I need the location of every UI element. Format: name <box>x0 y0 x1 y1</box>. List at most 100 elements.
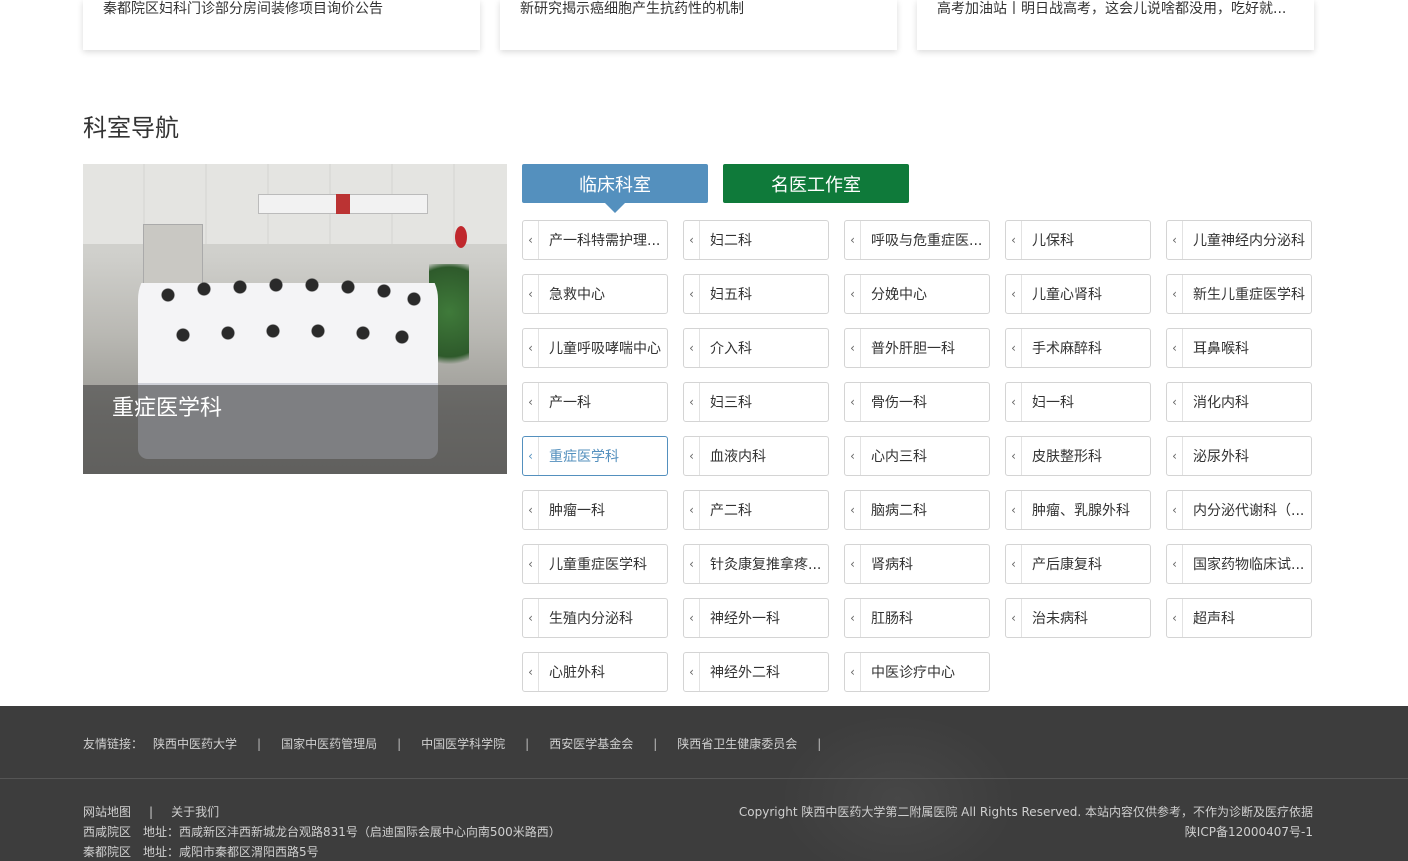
department-item[interactable]: ‹ 肿瘤一科 <box>522 490 668 530</box>
chevron-left-icon: ‹ <box>523 383 539 421</box>
friendly-link[interactable]: 中国医学科学院 <box>421 735 505 752</box>
chevron-left-icon: ‹ <box>523 491 539 529</box>
chevron-left-icon: ‹ <box>1006 545 1022 583</box>
friendly-link[interactable]: 陕西省卫生健康委员会 <box>677 735 797 752</box>
department-item[interactable]: ‹ 介入科 <box>683 328 829 368</box>
department-item[interactable]: ‹ 心内三科 <box>844 436 990 476</box>
department-item[interactable]: ‹ 皮肤整形科 <box>1005 436 1151 476</box>
department-item[interactable]: ‹ 儿童呼吸哮喘中心 <box>522 328 668 368</box>
department-item[interactable]: ‹ 新生儿重症医学科 <box>1166 274 1312 314</box>
department-item[interactable]: ‹ 妇二科 <box>683 220 829 260</box>
address-qindu: 秦都院区 地址：咸阳市秦都区渭阳西路5号 <box>83 845 319 859</box>
department-item[interactable]: ‹ 国家药物临床试... <box>1166 544 1312 584</box>
news-card[interactable]: 高考加油站丨明日战高考，这会儿说啥都没用，吃好就... <box>917 0 1314 50</box>
department-name: 产后康复科 <box>1032 557 1102 573</box>
department-item[interactable]: ‹ 泌尿外科 <box>1166 436 1312 476</box>
department-name: 血液内科 <box>710 449 766 465</box>
about-link[interactable]: 关于我们 <box>171 805 219 819</box>
department-item[interactable]: ‹ 血液内科 <box>683 436 829 476</box>
department-item[interactable]: ‹ 手术麻醉科 <box>1005 328 1151 368</box>
friendly-link[interactable]: 国家中医药管理局 <box>281 735 377 752</box>
department-item[interactable]: ‹ 耳鼻喉科 <box>1166 328 1312 368</box>
department-name: 中医诊疗中心 <box>871 665 955 681</box>
department-item[interactable]: ‹ 脑病二科 <box>844 490 990 530</box>
sitemap-link[interactable]: 网站地图 <box>83 805 131 819</box>
chevron-left-icon: ‹ <box>684 437 700 475</box>
chevron-left-icon: ‹ <box>684 221 700 259</box>
department-item[interactable]: ‹ 肿瘤、乳腺外科 <box>1005 490 1151 530</box>
chevron-left-icon: ‹ <box>845 545 861 583</box>
department-name: 肿瘤、乳腺外科 <box>1032 503 1130 519</box>
department-item[interactable]: ‹ 内分泌代谢科（... <box>1166 490 1312 530</box>
department-item[interactable]: ‹ 肾病科 <box>844 544 990 584</box>
department-item[interactable]: ‹ 产二科 <box>683 490 829 530</box>
department-item[interactable]: ‹ 产一科 <box>522 382 668 422</box>
chevron-left-icon: ‹ <box>1167 275 1183 313</box>
chevron-left-icon: ‹ <box>523 275 539 313</box>
department-item[interactable]: ‹ 心脏外科 <box>522 652 668 692</box>
chevron-left-icon: ‹ <box>1167 545 1183 583</box>
department-name: 内分泌代谢科（... <box>1193 503 1305 519</box>
department-item[interactable]: ‹ 生殖内分泌科 <box>522 598 668 638</box>
chevron-left-icon: ‹ <box>1006 383 1022 421</box>
department-item[interactable]: ‹ 儿保科 <box>1005 220 1151 260</box>
department-item[interactable]: ‹ 儿童重症医学科 <box>522 544 668 584</box>
department-item[interactable]: ‹ 产后康复科 <box>1005 544 1151 584</box>
department-name: 重症医学科 <box>549 449 619 465</box>
department-name: 脑病二科 <box>871 503 927 519</box>
department-item[interactable]: ‹ 针灸康复推拿疼... <box>683 544 829 584</box>
chevron-left-icon: ‹ <box>845 221 861 259</box>
department-item[interactable]: ‹ 骨伤一科 <box>844 382 990 422</box>
icp-number[interactable]: 陕ICP备12000407号-1 <box>739 822 1313 842</box>
department-item[interactable]: ‹ 儿童心肾科 <box>1005 274 1151 314</box>
chevron-left-icon: ‹ <box>1167 383 1183 421</box>
link-separator: | <box>817 736 822 751</box>
department-feature-photo[interactable]: 重症医学科 <box>83 164 507 474</box>
friendly-link[interactable]: 西安医学基金会 <box>549 735 633 752</box>
department-item[interactable]: ‹ 妇五科 <box>683 274 829 314</box>
chevron-left-icon: ‹ <box>684 329 700 367</box>
department-item[interactable]: ‹ 妇一科 <box>1005 382 1151 422</box>
department-name: 国家药物临床试... <box>1193 557 1305 573</box>
link-separator: | <box>525 736 530 751</box>
news-title[interactable]: 新研究揭示癌细胞产生抗药性的机制 <box>520 0 877 18</box>
active-tab-indicator <box>605 203 625 213</box>
department-item[interactable]: ‹ 治未病科 <box>1005 598 1151 638</box>
chevron-left-icon: ‹ <box>1167 329 1183 367</box>
department-item[interactable]: ‹ 中医诊疗中心 <box>844 652 990 692</box>
department-item[interactable]: ‹ 分娩中心 <box>844 274 990 314</box>
department-item[interactable]: ‹ 普外肝胆一科 <box>844 328 990 368</box>
department-item[interactable]: ‹ 产一科特需护理... <box>522 220 668 260</box>
chevron-left-icon: ‹ <box>1167 437 1183 475</box>
copyright-text: Copyright 陕西中医药大学第二附属医院 All Rights Reser… <box>738 805 1313 819</box>
friendly-links-label: 友情链接： <box>83 737 144 751</box>
department-item[interactable]: ‹ 重症医学科 <box>522 436 668 476</box>
friendly-link[interactable]: 陕西中医药大学 <box>153 735 237 752</box>
department-item[interactable]: ‹ 急救中心 <box>522 274 668 314</box>
department-item[interactable]: ‹ 儿童神经内分泌科 <box>1166 220 1312 260</box>
tab-famous-doctor-studio[interactable]: 名医工作室 <box>723 164 909 203</box>
department-name: 妇二科 <box>710 233 752 249</box>
department-name: 手术麻醉科 <box>1032 341 1102 357</box>
department-item[interactable]: ‹ 呼吸与危重症医... <box>844 220 990 260</box>
department-name: 皮肤整形科 <box>1032 449 1102 465</box>
department-item[interactable]: ‹ 妇三科 <box>683 382 829 422</box>
chevron-left-icon: ‹ <box>1006 491 1022 529</box>
news-card[interactable]: 秦都院区妇科门诊部分房间装修项目询价公告 <box>83 0 480 50</box>
department-name: 产一科特需护理... <box>549 233 661 249</box>
news-card[interactable]: 新研究揭示癌细胞产生抗药性的机制 <box>500 0 897 50</box>
chevron-left-icon: ‹ <box>684 653 700 691</box>
department-item[interactable]: ‹ 超声科 <box>1166 598 1312 638</box>
chevron-left-icon: ‹ <box>684 275 700 313</box>
tab-clinical-departments[interactable]: 临床科室 <box>522 164 708 203</box>
department-name: 妇三科 <box>710 395 752 411</box>
department-name: 产一科 <box>549 395 591 411</box>
department-item[interactable]: ‹ 神经外二科 <box>683 652 829 692</box>
news-title[interactable]: 秦都院区妇科门诊部分房间装修项目询价公告 <box>103 0 460 18</box>
news-strip: 秦都院区妇科门诊部分房间装修项目询价公告 新研究揭示癌细胞产生抗药性的机制 高考… <box>83 0 1315 50</box>
chevron-left-icon: ‹ <box>1006 437 1022 475</box>
news-title[interactable]: 高考加油站丨明日战高考，这会儿说啥都没用，吃好就... <box>937 0 1294 18</box>
department-item[interactable]: ‹ 消化内科 <box>1166 382 1312 422</box>
department-item[interactable]: ‹ 神经外一科 <box>683 598 829 638</box>
department-item[interactable]: ‹ 肛肠科 <box>844 598 990 638</box>
